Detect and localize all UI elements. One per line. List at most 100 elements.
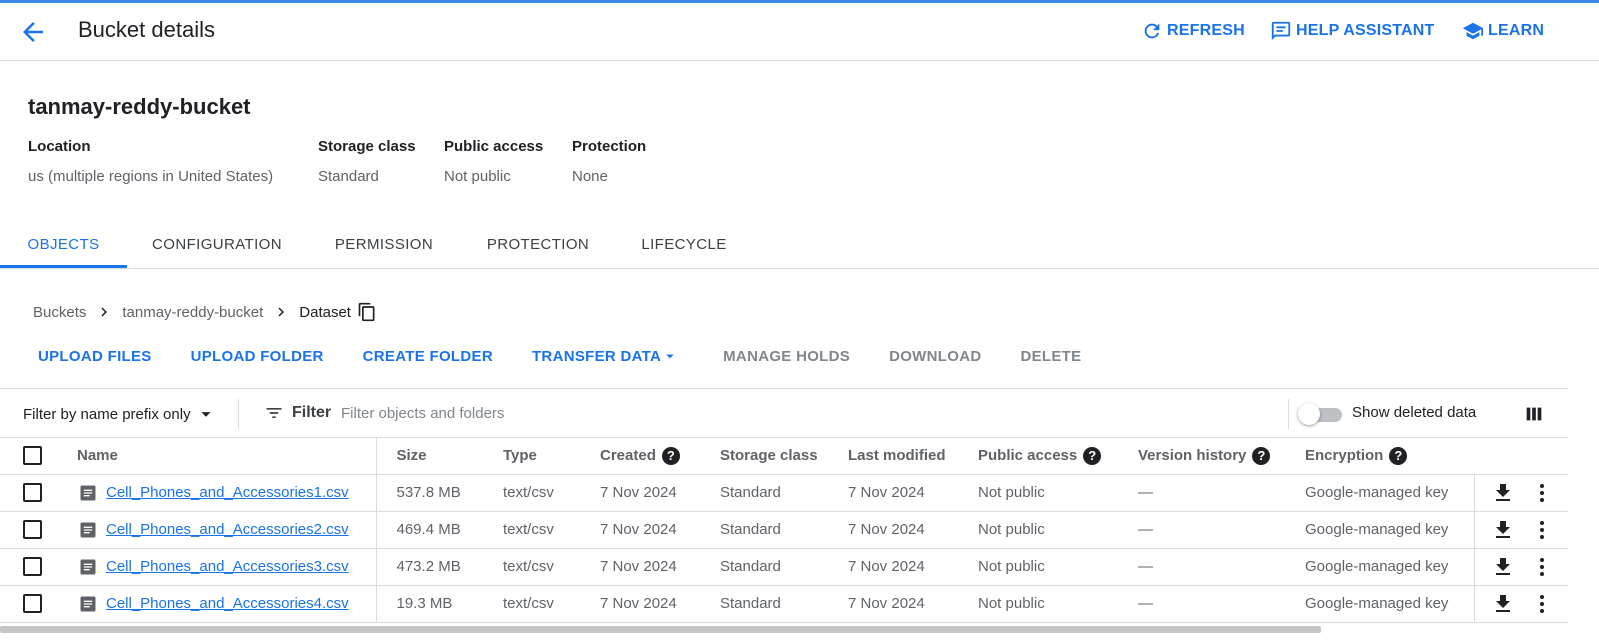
row-select-cell [0,511,60,549]
breadcrumb-current-folder: Dataset [299,303,351,321]
table-header-row: Name Size Type Created? Storage class La… [0,438,1568,475]
objects-table: Name Size Type Created? Storage class La… [0,438,1568,623]
tab-objects[interactable]: OBJECTS [0,222,127,268]
last-modified-cell: 7 Nov 2024 [828,511,958,549]
filter-mode-select[interactable]: Filter by name prefix only [23,403,217,425]
download-button[interactable]: DOWNLOAD [889,348,981,365]
help-assistant-label: HELP ASSISTANT [1296,22,1435,39]
learn-button[interactable]: LEARN [1462,20,1544,42]
last-modified-cell: 7 Nov 2024 [828,548,958,586]
more-vert-icon[interactable] [1530,481,1554,505]
school-cap-icon [1462,22,1484,40]
created-cell: 7 Nov 2024 [580,474,700,512]
manage-holds-button[interactable]: MANAGE HOLDS [723,348,850,365]
help-assistant-button[interactable]: HELP ASSISTANT [1270,20,1435,42]
tab-lifecycle[interactable]: LIFECYCLE [636,222,732,268]
row-checkbox[interactable] [23,483,42,502]
table-row[interactable]: Cell_Phones_and_Accessories4.csv 19.3 MB t… [0,585,1568,623]
file-name-link[interactable]: Cell_Phones_and_Accessories4.csv [106,595,349,612]
delete-button[interactable]: DELETE [1020,348,1081,365]
last-modified-cell: 7 Nov 2024 [828,585,958,623]
name-cell: Cell_Phones_and_Accessories3.csv [60,548,377,586]
tab-permission[interactable]: PERMISSION [330,222,438,268]
create-folder-button[interactable]: CREATE FOLDER [363,348,493,365]
col-last-modified[interactable]: Last modified [828,438,958,475]
col-encryption[interactable]: Encryption? [1285,438,1474,475]
col-actions [1474,438,1568,475]
table-row[interactable]: Cell_Phones_and_Accessories1.csv 537.8 MB… [0,474,1568,512]
breadcrumb-bucket[interactable]: tanmay-reddy-bucket [122,304,263,321]
row-actions-cell [1474,511,1568,549]
download-icon[interactable] [1491,555,1515,579]
table-row[interactable]: Cell_Phones_and_Accessories2.csv 469.4 MB… [0,511,1568,549]
page-title: Bucket details [78,17,215,42]
breadcrumb-buckets[interactable]: Buckets [33,304,86,321]
learn-label: LEARN [1488,22,1545,39]
back-arrow-icon[interactable] [18,17,48,47]
dropdown-arrow-icon [666,354,674,359]
download-icon[interactable] [1491,518,1515,542]
table-row[interactable]: Cell_Phones_and_Accessories3.csv 473.2 MB… [0,548,1568,586]
file-icon [80,596,96,611]
col-storage-class[interactable]: Storage class [700,438,828,475]
download-icon[interactable] [1491,481,1515,505]
row-actions-cell [1474,585,1568,623]
show-deleted-label: Show deleted data [1352,404,1477,421]
col-type[interactable]: Type [483,438,580,475]
help-icon[interactable]: ? [661,446,680,465]
help-icon[interactable]: ? [1083,446,1102,465]
horizontal-scrollbar[interactable] [0,626,1321,633]
meta-key: Location [28,138,91,155]
storage-class-cell: Standard [700,474,828,512]
type-cell: text/csv [483,585,580,623]
meta-value: Not public [444,168,511,185]
filter-input[interactable] [341,400,1241,426]
file-name-link[interactable]: Cell_Phones_and_Accessories3.csv [106,558,349,575]
help-icon[interactable]: ? [1389,446,1408,465]
more-vert-icon[interactable] [1530,518,1554,542]
col-public-access[interactable]: Public access? [958,438,1118,475]
col-version-history[interactable]: Version history? [1118,438,1285,475]
upload-files-button[interactable]: UPLOAD FILES [38,348,152,365]
file-name-link[interactable]: Cell_Phones_and_Accessories1.csv [106,484,349,501]
select-all-checkbox[interactable] [23,446,42,466]
col-name[interactable]: Name [60,438,377,475]
public-access-cell: Not public [958,585,1118,623]
divider [1288,399,1289,429]
refresh-label: REFRESH [1167,22,1245,39]
meta-location: Location us (multiple regions in United … [28,138,273,185]
col-created-label: Created [600,446,656,464]
more-vert-icon[interactable] [1530,555,1554,579]
copy-icon[interactable] [357,302,377,322]
show-deleted-toggle[interactable] [1298,403,1344,425]
version-history-cell: — [1118,511,1285,549]
public-access-cell: Not public [958,474,1118,512]
refresh-button[interactable]: REFRESH [1141,20,1245,42]
more-vert-icon[interactable] [1530,592,1554,616]
row-checkbox[interactable] [23,557,42,576]
file-name-link[interactable]: Cell_Phones_and_Accessories2.csv [106,521,349,538]
col-public-access-label: Public access [978,446,1078,464]
row-checkbox[interactable] [23,594,42,613]
tab-configuration[interactable]: CONFIGURATION [147,222,287,268]
type-cell: text/csv [483,511,580,549]
upload-folder-button[interactable]: UPLOAD FOLDER [191,348,324,365]
type-cell: text/csv [483,474,580,512]
refresh-icon [1144,23,1160,39]
meta-protection: Protection None [572,138,646,185]
help-icon[interactable]: ? [1252,446,1271,465]
toggle-knob [1298,403,1320,425]
download-icon[interactable] [1491,592,1515,616]
chevron-right-icon [278,307,285,317]
size-cell: 469.4 MB [376,511,483,549]
tab-protection[interactable]: PROTECTION [482,222,594,268]
col-size[interactable]: Size [376,438,483,475]
col-created[interactable]: Created? [580,438,700,475]
row-checkbox[interactable] [23,520,42,539]
columns-icon[interactable] [1523,403,1545,425]
filter-mode-value: Filter by name prefix only [23,405,191,423]
page-header: Bucket details REFRESH HELP ASSISTANT LE… [0,3,1599,61]
transfer-data-button[interactable]: TRANSFER DATA [532,347,679,365]
meta-value: Standard [318,168,379,185]
name-cell: Cell_Phones_and_Accessories2.csv [60,511,377,549]
